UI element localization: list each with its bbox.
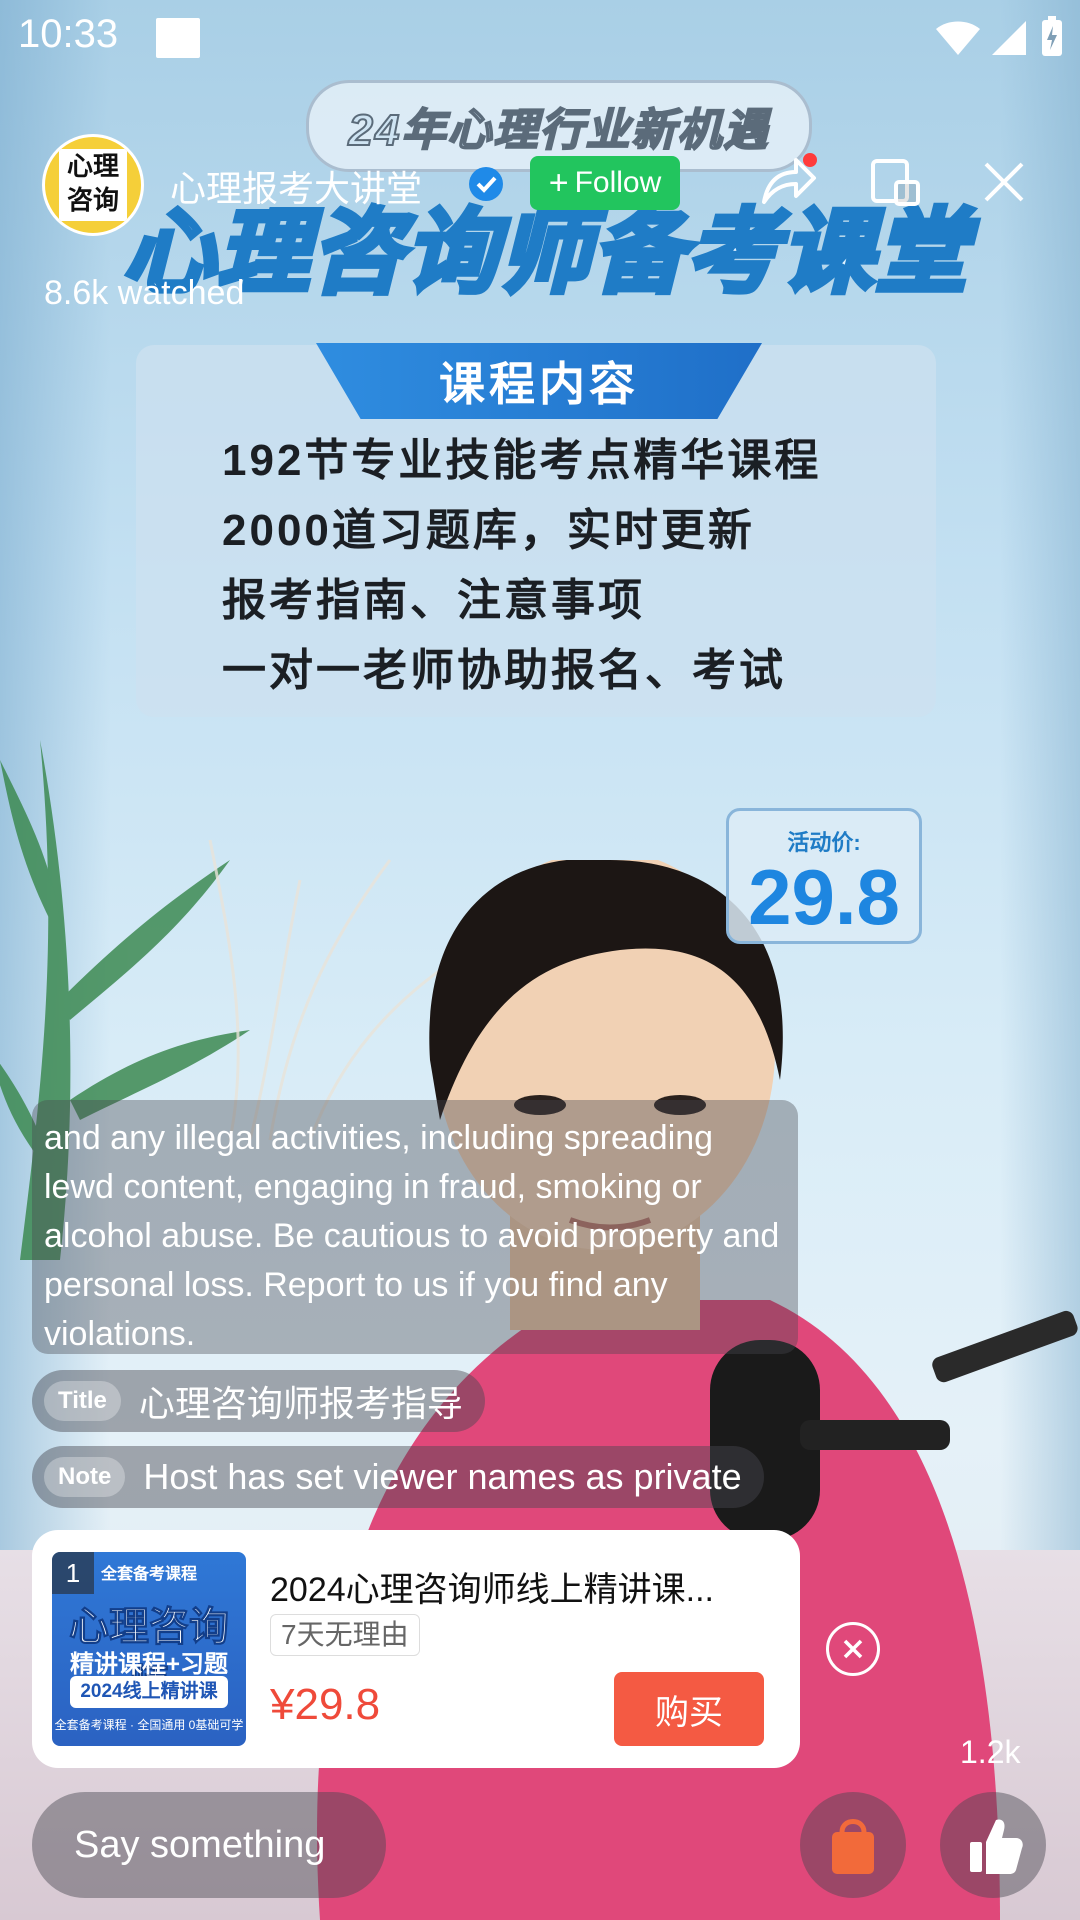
note-text: Host has set viewer names as private (143, 1456, 742, 1497)
notification-icon (156, 18, 200, 58)
community-notice: and any illegal activities, including sp… (32, 1100, 798, 1354)
follow-button[interactable]: + Follow (530, 156, 680, 210)
product-card[interactable]: 全套备考课程 心理咨询师 精讲课程+习题 2024线上精讲课 全套备考课程 · … (32, 1530, 800, 1768)
wifi-icon (936, 21, 980, 55)
product-return-tag: 7天无理由 (270, 1614, 420, 1656)
like-count: 1.2k (960, 1734, 1021, 1770)
course-content-tab-label: 课程内容 (439, 357, 639, 411)
like-button[interactable] (940, 1792, 1046, 1898)
plus-icon: + (548, 163, 569, 202)
event-price-value: 29.8 (748, 853, 900, 941)
avatar-logo-line1: 心理 (66, 151, 119, 181)
buy-button[interactable]: 购买 (614, 1672, 764, 1746)
close-product-icon[interactable] (826, 1622, 880, 1676)
promo-tagline-text: 24年心理行业新机遇 (348, 105, 770, 156)
course-content-tab: 课程内容 (316, 343, 762, 419)
event-price-box: 活动价: 29.8 (726, 808, 922, 944)
mini-window-icon[interactable] (870, 158, 922, 208)
course-content-list: 192节专业技能考点精华课程 2000道习题库，实时更新 报考指南、注意事项 一… (222, 432, 922, 712)
signal-icon (992, 21, 1026, 55)
watched-count: 8.6k watched (44, 274, 245, 312)
shop-button[interactable] (800, 1792, 906, 1898)
title-chip: Title 心理咨询师报考指导 (32, 1370, 485, 1432)
streamer-avatar[interactable]: 心理 咨询 (42, 134, 144, 236)
title-text: 心理咨询师报考指导 (138, 1383, 463, 1424)
status-icons (936, 16, 1064, 58)
status-bar: 10:33 (0, 0, 1080, 74)
course-line: 报考指南、注意事项 (222, 576, 645, 625)
close-icon[interactable] (982, 160, 1026, 204)
product-image-year: 2024线上精讲课 (70, 1676, 228, 1708)
avatar-logo: 心理 咨询 (59, 149, 127, 221)
course-line: 一对一老师协助报名、考试 (222, 646, 786, 695)
comment-input[interactable]: Say something (32, 1792, 386, 1898)
verified-badge-icon (469, 167, 503, 201)
course-line: 192节专业技能考点精华课程 (222, 436, 822, 485)
title-tag: Title (44, 1381, 121, 1421)
status-time: 10:33 (18, 12, 119, 56)
product-title[interactable]: 2024心理咨询师线上精讲课... (270, 1562, 780, 1611)
shopping-bag-icon (832, 1819, 874, 1874)
product-image[interactable]: 全套备考课程 心理咨询师 精讲课程+习题 2024线上精讲课 全套备考课程 · … (52, 1552, 246, 1746)
streamer-name[interactable]: 心理报考大讲堂 (170, 160, 422, 212)
product-image-bottom: 全套备考课程 · 全国通用 0基础可学 (54, 1718, 244, 1732)
live-stream-screen: 24年心理行业新机遇 心理咨询师备考课堂 课程内容 192节专业技能考点精华课程… (0, 0, 1080, 1920)
thumbs-up-icon (970, 1819, 1023, 1874)
follow-label: Follow (574, 166, 662, 199)
product-price: ¥29.8 (270, 1680, 381, 1729)
course-line: 2000道习题库，实时更新 (222, 506, 755, 555)
product-image-sub: 精讲课程+习题 (69, 1651, 228, 1678)
note-tag: Note (44, 1457, 126, 1497)
share-icon[interactable] (760, 152, 818, 208)
battery-icon (1042, 16, 1062, 56)
product-index-badge: 1 (52, 1552, 94, 1594)
note-chip: Note Host has set viewer names as privat… (32, 1446, 764, 1508)
avatar-logo-line2: 咨询 (66, 185, 119, 215)
